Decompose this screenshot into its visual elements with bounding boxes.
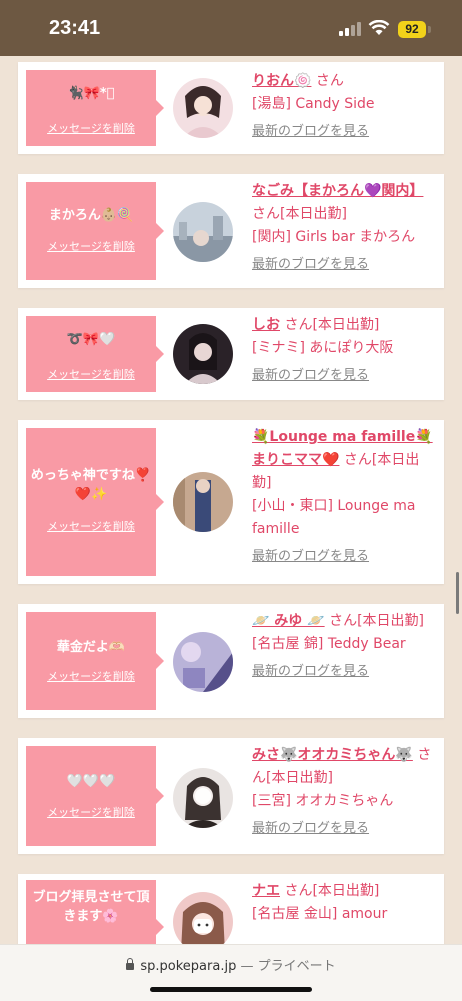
user-status: さん[本日出勤] [252,206,347,222]
user-info: りおん🍥 さん [湯島] Candy Side 最新のブログを見る [252,70,438,143]
delete-message-link[interactable]: メッセージを削除 [26,518,156,534]
user-name-link[interactable]: しお [252,317,280,333]
message-text: ➰🎀🤍 [66,332,116,347]
latest-blog-link[interactable]: 最新のブログを見る [252,817,438,840]
message-bubble: 華金だよ🫶🏻 メッセージを削除 [26,612,164,710]
user-name-link[interactable]: ナエ [252,883,280,899]
message-text: めっちゃ神ですね❣️❤️✨ [30,468,152,502]
list-item: まかろん👶🏼🍭 メッセージを削除 なごみ【まかろん💜関内】 さん[本日出勤] [… [18,174,444,288]
cellular-signal-icon [339,22,363,36]
latest-blog-link[interactable]: 最新のブログを見る [252,253,438,276]
message-text: 華金だよ🫶🏻 [56,640,126,655]
user-info: みさ🐺オオカミちゃん🐺 さん[本日出勤] [三宮] オオカミちゃん 最新のブログ… [252,744,438,840]
avatar[interactable] [173,768,233,828]
wifi-icon [368,20,390,35]
message-text: まかろん👶🏼🍭 [48,208,134,223]
user-info: なごみ【まかろん💜関内】 さん[本日出勤] [関内] Girls bar まかろ… [252,180,438,276]
delete-message-link[interactable]: メッセージを削除 [26,366,156,382]
message-text: ブログ拝見させて頂きます🌸 [32,890,150,924]
user-status: さん[本日出勤] [284,883,380,899]
user-info: 🪐 みゆ 🪐 さん[本日出勤] [名古屋 錦] Teddy Bear 最新のブロ… [252,610,438,683]
message-bubble: ➰🎀🤍 メッセージを削除 [26,316,164,392]
shop-name: [関内] Girls bar まかろん [252,229,416,245]
list-item: 華金だよ🫶🏻 メッセージを削除 🪐 みゆ 🪐 さん[本日出勤] [名古屋 錦] … [18,604,444,718]
scrollbar[interactable] [456,572,459,614]
status-time: 23:41 [49,17,101,39]
delete-message-link[interactable]: メッセージを削除 [26,238,156,254]
home-indicator[interactable] [150,987,312,992]
list-item: 🤍🤍🤍 メッセージを削除 みさ🐺オオカミちゃん🐺 さん[本日出勤] [三宮] オ… [18,738,444,854]
url-separator: — [236,959,258,974]
shop-name: [名古屋 錦] Teddy Bear [252,636,406,652]
avatar[interactable] [173,472,233,532]
latest-blog-link[interactable]: 最新のブログを見る [252,120,438,143]
user-status: さん[本日出勤] [329,613,425,629]
delete-message-link[interactable]: メッセージを削除 [26,804,156,820]
browser-bottom-bar: sp.pokepara.jp — プライベート [0,944,462,1001]
list-item: ➰🎀🤍 メッセージを削除 しお さん[本日出勤] [ミナミ] あにぽり大阪 最新… [18,308,444,400]
message-bubble: まかろん👶🏼🍭 メッセージを削除 [26,182,164,280]
list-item: ブログ拝見させて頂きます🌸 ナエ さん[本日出勤] [名古屋 金山] amour [18,874,444,944]
message-text: 🤍🤍🤍 [66,774,116,789]
user-name-link[interactable]: 🪐 みゆ 🪐 [252,613,325,629]
shop-name: [小山・東口] Lounge ma famille [252,498,416,537]
user-status: さん[本日出勤] [284,317,380,333]
list-item: めっちゃ神ですね❣️❤️✨ メッセージを削除 💐Lounge ma famill… [18,420,444,584]
latest-blog-link[interactable]: 最新のブログを見る [252,660,438,683]
user-info: ナエ さん[本日出勤] [名古屋 金山] amour [252,880,438,926]
user-info: 💐Lounge ma famille💐まりこママ❤️ さん[本日出勤] [小山・… [252,426,438,568]
message-text: 🐈‍⬛🎀*ﾟ [67,86,115,101]
message-bubble: めっちゃ神ですね❣️❤️✨ メッセージを削除 [26,428,164,576]
shop-name: [三宮] オオカミちゃん [252,793,394,809]
battery-icon: 92 [398,21,426,38]
message-bubble: 🤍🤍🤍 メッセージを削除 [26,746,164,846]
avatar[interactable] [173,202,233,262]
shop-name: [ミナミ] あにぽり大阪 [252,340,394,356]
private-mode-label: プライベート [257,959,336,974]
latest-blog-link[interactable]: 最新のブログを見る [252,545,438,568]
user-name-link[interactable]: なごみ【まかろん💜関内】 [252,183,423,199]
avatar[interactable] [173,892,233,944]
user-name-link[interactable]: りおん🍥 [252,73,311,89]
shop-name: [名古屋 金山] amour [252,906,388,922]
user-info: しお さん[本日出勤] [ミナミ] あにぽり大阪 最新のブログを見る [252,314,438,387]
address-bar[interactable]: sp.pokepara.jp — プライベート [0,955,462,974]
message-list[interactable]: 🐈‍⬛🎀*ﾟ メッセージを削除 りおん🍥 さん [湯島] Candy Side … [0,56,462,944]
message-bubble: ブログ拝見させて頂きます🌸 [26,880,164,944]
avatar[interactable] [173,632,233,692]
delete-message-link[interactable]: メッセージを削除 [26,668,156,684]
url-domain: sp.pokepara.jp [140,959,237,974]
avatar[interactable] [173,324,233,384]
latest-blog-link[interactable]: 最新のブログを見る [252,364,438,387]
battery-tip [428,26,431,33]
delete-message-link[interactable]: メッセージを削除 [26,120,156,136]
avatar[interactable] [173,78,233,138]
message-bubble: 🐈‍⬛🎀*ﾟ メッセージを削除 [26,70,164,146]
user-name-link[interactable]: みさ🐺オオカミちゃん🐺 [252,747,413,763]
user-status: さん [315,73,344,89]
status-bar: 23:41 92 [0,0,462,56]
lock-icon [126,958,135,970]
shop-name: [湯島] Candy Side [252,96,375,112]
list-item: 🐈‍⬛🎀*ﾟ メッセージを削除 りおん🍥 さん [湯島] Candy Side … [18,62,444,154]
